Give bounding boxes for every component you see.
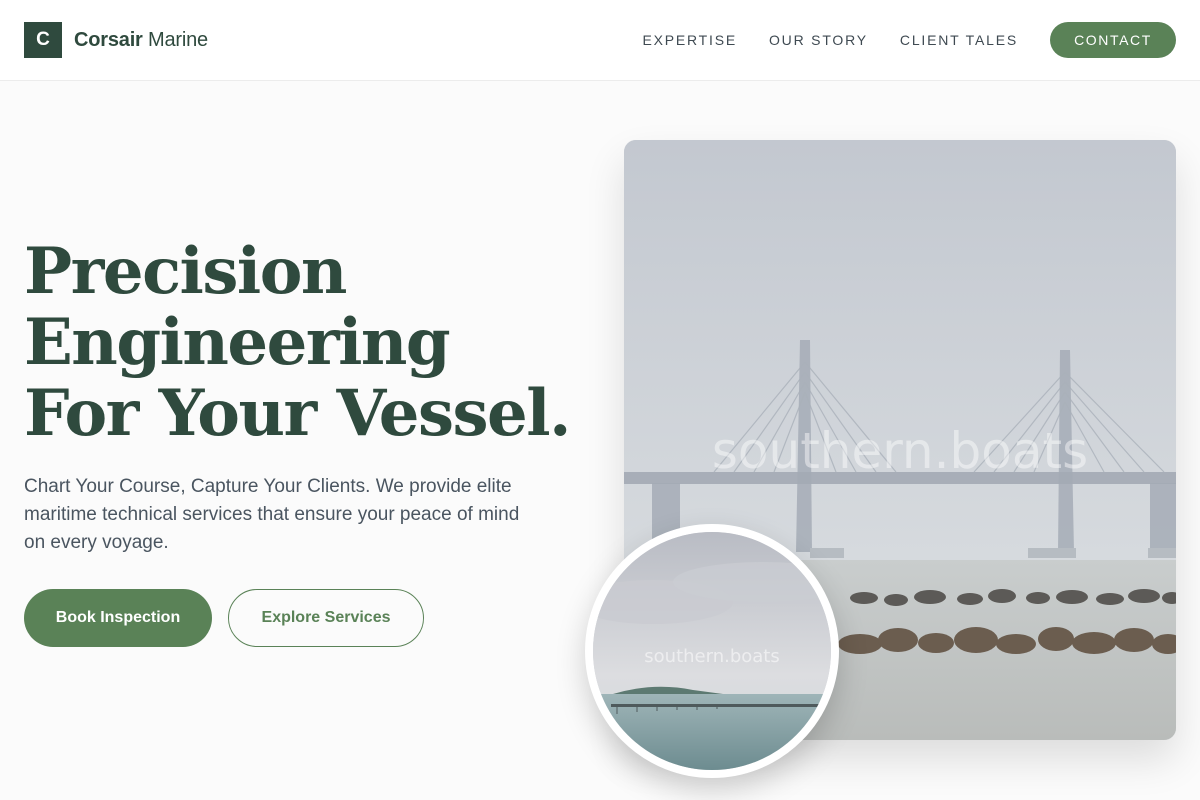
hero-subtitle: Chart Your Course, Capture Your Clients.… bbox=[24, 476, 520, 553]
hero-title-line-1: Precision bbox=[24, 234, 347, 309]
main-nav: EXPERTISE OUR STORY CLIENT TALES CONTACT bbox=[642, 22, 1176, 58]
brand-logo[interactable]: C Corsair Marine bbox=[24, 22, 208, 58]
brand-name-light: Marine bbox=[142, 28, 208, 51]
nav-link-expertise[interactable]: EXPERTISE bbox=[642, 22, 737, 58]
pier-illustration: southern.boats bbox=[593, 532, 831, 770]
brand-name: Corsair Marine bbox=[74, 29, 208, 52]
hero-pier-image: southern.boats bbox=[585, 524, 839, 778]
circle-image-watermark: southern.boats bbox=[644, 646, 779, 667]
nav-link-our-story[interactable]: OUR STORY bbox=[769, 22, 868, 58]
hero-title-line-2: Engineering bbox=[24, 305, 451, 380]
nav-link-client-tales[interactable]: CLIENT TALES bbox=[900, 22, 1018, 58]
book-inspection-button[interactable]: Book Inspection bbox=[24, 589, 212, 647]
contact-button[interactable]: CONTACT bbox=[1050, 22, 1176, 58]
logo-mark: C bbox=[24, 22, 62, 58]
hero-title-line-3: For Your Vessel. bbox=[24, 376, 571, 451]
explore-services-button[interactable]: Explore Services bbox=[228, 589, 424, 647]
brand-name-bold: Corsair bbox=[74, 28, 143, 51]
hero-title: Precision Engineering For Your Vessel. bbox=[24, 234, 571, 451]
site-header: C Corsair Marine EXPERTISE OUR STORY CLI… bbox=[0, 0, 1200, 81]
main-image-watermark: southern.boats bbox=[712, 422, 1088, 480]
